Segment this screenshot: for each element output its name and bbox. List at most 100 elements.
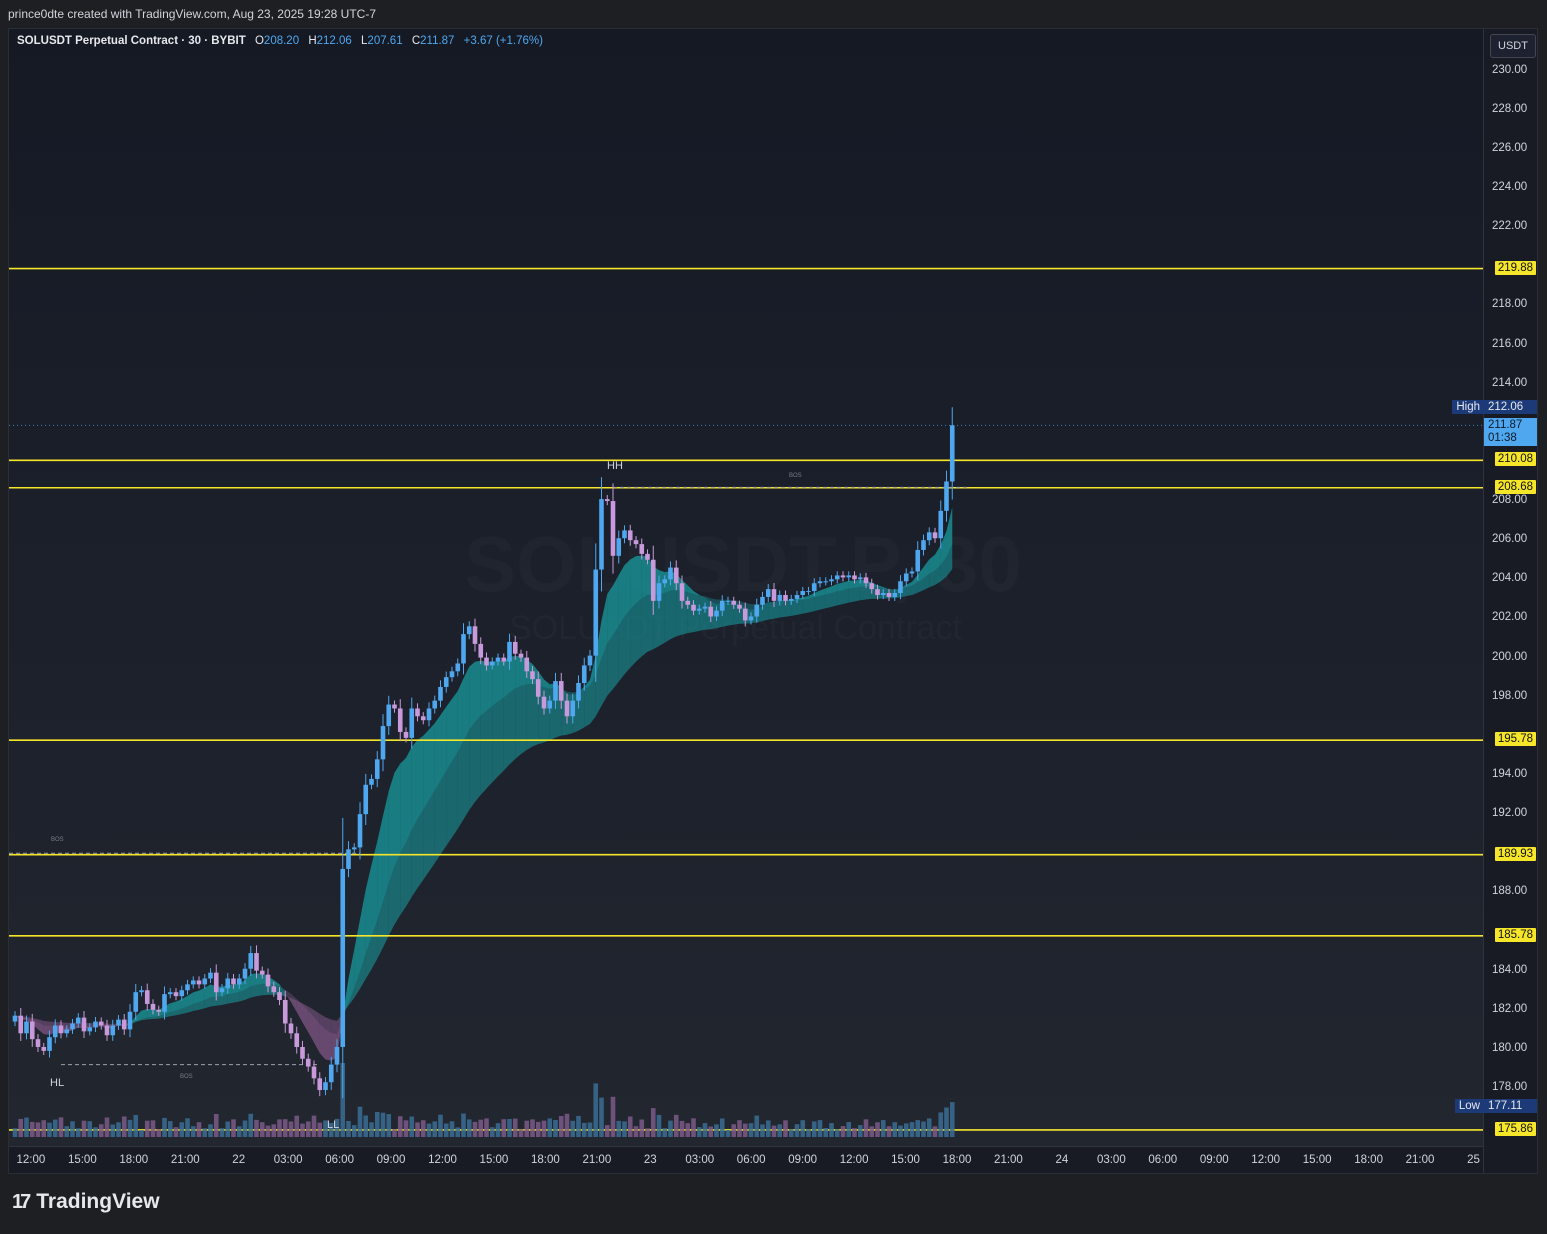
candle-body bbox=[541, 696, 547, 709]
ribbon-inner-segment bbox=[417, 735, 424, 819]
volume-bar bbox=[52, 1119, 58, 1137]
candle-body bbox=[185, 984, 190, 991]
candle-body bbox=[915, 549, 921, 572]
candle-body bbox=[949, 425, 955, 482]
x-tick-label: 21:00 bbox=[582, 1154, 612, 1166]
candle-body bbox=[633, 540, 639, 545]
volume-bar bbox=[760, 1124, 765, 1137]
candle-body bbox=[236, 978, 242, 985]
volume-bar bbox=[300, 1123, 305, 1137]
volume-bar bbox=[823, 1128, 829, 1137]
volume-bar bbox=[12, 1128, 18, 1137]
volume-bar bbox=[466, 1119, 472, 1137]
currency-button[interactable]: USDT bbox=[1490, 34, 1536, 58]
ribbon-segment bbox=[728, 602, 734, 626]
x-tick-label: 12:00 bbox=[839, 1154, 869, 1166]
ribbon-segment bbox=[768, 601, 774, 620]
candle-body bbox=[98, 1021, 104, 1026]
volume-bar bbox=[386, 1114, 392, 1137]
candle-body bbox=[662, 579, 668, 584]
y-tick-label: 204.00 bbox=[1492, 572, 1528, 585]
plot-area[interactable]: SOLUSDT.P, 30 SOLUSDT Perpetual Contract… bbox=[9, 29, 1483, 1146]
legend-open-value: 208.20 bbox=[263, 35, 300, 47]
candle-body bbox=[127, 1011, 133, 1030]
volume-bar bbox=[765, 1120, 771, 1137]
candle-body bbox=[351, 847, 357, 850]
candle-body bbox=[903, 573, 909, 582]
bos-label-bottom: BOS bbox=[180, 1074, 193, 1080]
volume-bar bbox=[593, 1083, 599, 1137]
tradingview-logo[interactable]: 17 TradingView bbox=[12, 1190, 160, 1214]
candle-body bbox=[472, 626, 478, 644]
symbol-legend[interactable]: SOLUSDT Perpetual Contract · 30 · BYBIT … bbox=[17, 35, 543, 47]
volume-bar bbox=[535, 1121, 541, 1137]
candle-body bbox=[426, 708, 432, 721]
volume-bar bbox=[213, 1114, 219, 1137]
volume-bar bbox=[829, 1123, 834, 1137]
volume-bar bbox=[144, 1120, 150, 1137]
x-tick-label: 03:00 bbox=[273, 1154, 303, 1166]
y-tick-label: 188.00 bbox=[1492, 885, 1528, 898]
y-tick-label: 228.00 bbox=[1492, 102, 1528, 115]
candle-body bbox=[150, 1003, 156, 1010]
candle-body bbox=[81, 1017, 87, 1032]
candle-body bbox=[173, 992, 179, 997]
volume-bar bbox=[685, 1123, 691, 1137]
candle-body bbox=[438, 686, 443, 701]
legend-close-value: 211.87 bbox=[420, 35, 455, 47]
volume-bar bbox=[771, 1125, 777, 1137]
y-tick-label: 230.00 bbox=[1492, 63, 1528, 76]
volume-bar bbox=[512, 1118, 518, 1137]
volume-bar bbox=[662, 1128, 668, 1137]
x-tick-label: 21:00 bbox=[994, 1154, 1023, 1166]
candle-body bbox=[18, 1015, 24, 1034]
candle-body bbox=[645, 553, 650, 560]
candle-body bbox=[593, 569, 599, 656]
legend-high-label: H bbox=[308, 35, 317, 47]
candle-body bbox=[443, 677, 449, 687]
y-tick-label: 182.00 bbox=[1492, 1002, 1528, 1015]
candle-body bbox=[334, 1046, 340, 1065]
volume-bar bbox=[248, 1113, 254, 1137]
candle-body bbox=[466, 626, 472, 635]
ribbon-inner-segment bbox=[503, 656, 510, 698]
candle-body bbox=[489, 661, 495, 666]
volume-bar bbox=[949, 1102, 955, 1137]
candle-body bbox=[202, 978, 208, 985]
volume-bar bbox=[857, 1125, 863, 1137]
x-tick-label: 15:00 bbox=[67, 1154, 97, 1166]
candle-body bbox=[553, 681, 558, 701]
candle-body bbox=[731, 600, 737, 605]
low-tag: Low bbox=[1454, 1099, 1484, 1113]
x-tick-label: 12:00 bbox=[428, 1154, 457, 1166]
time-axis[interactable]: 12:00 15:00 18:00 21:00 22 03:00 06:00 09:00 12:… bbox=[9, 1146, 1483, 1173]
ribbon-inner-segment bbox=[641, 555, 648, 599]
candle-body bbox=[29, 1021, 35, 1040]
ribbon-inner-segment bbox=[636, 555, 642, 604]
candle-body bbox=[742, 608, 748, 621]
candle-body bbox=[610, 501, 616, 556]
volume-bar bbox=[932, 1126, 938, 1137]
candle-body bbox=[886, 593, 892, 597]
candle-body bbox=[668, 567, 673, 580]
candle-body bbox=[461, 634, 466, 664]
price-axis[interactable]: USDT 230.00 228.00 226.00 224.00 222.00 218.0… bbox=[1452, 29, 1537, 1173]
volume-bar bbox=[190, 1126, 196, 1137]
candle-body bbox=[12, 1015, 18, 1022]
volume-bar bbox=[679, 1120, 685, 1137]
volume-bar bbox=[719, 1118, 725, 1137]
volume-bar bbox=[840, 1126, 846, 1137]
volume-bar bbox=[673, 1114, 679, 1137]
candle-body bbox=[432, 700, 438, 709]
volume-bar bbox=[29, 1121, 35, 1137]
y-tick-label: 194.00 bbox=[1492, 768, 1528, 780]
y-tick-label: 178.00 bbox=[1492, 1081, 1528, 1094]
volume-bar bbox=[311, 1115, 317, 1137]
candle-body bbox=[104, 1025, 110, 1036]
candle-body bbox=[259, 970, 265, 975]
candle-body bbox=[926, 532, 932, 541]
candle-body bbox=[369, 778, 374, 785]
volume-bar bbox=[104, 1117, 110, 1137]
level-price-label: 189.93 bbox=[1494, 846, 1536, 861]
candle-body bbox=[162, 994, 167, 1012]
